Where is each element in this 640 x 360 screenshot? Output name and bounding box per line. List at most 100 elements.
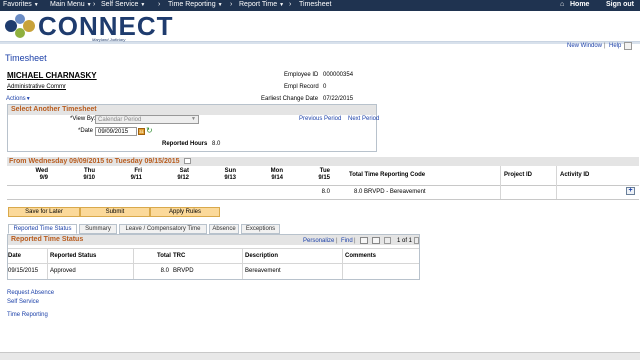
chevron-down-icon: ▼ — [25, 96, 31, 102]
tab-leave-comp-time[interactable]: Leave / Compensatory Time — [119, 224, 207, 234]
help-link[interactable]: Help — [609, 43, 621, 49]
tab-summary[interactable]: Summary — [79, 224, 117, 234]
breadcrumb-separator-icon: › — [158, 1, 161, 8]
home-icon[interactable]: ⌂ — [560, 1, 564, 8]
col-trc: TRC — [173, 253, 186, 259]
status-col-divider — [242, 249, 243, 279]
breadcrumb-timesheet[interactable]: Timesheet — [299, 1, 331, 8]
time-reporting-menu[interactable]: Time Reporting ▼ — [168, 1, 223, 8]
page-title: Timesheet — [5, 53, 47, 63]
status-row-description: Bereavement — [245, 268, 281, 274]
col-description: Description — [245, 253, 279, 259]
day-name: Fri — [134, 168, 142, 174]
change-date-label: Earliest Change Date — [261, 96, 319, 102]
tab-exceptions[interactable]: Exceptions — [241, 224, 280, 234]
day-name: Tue — [319, 168, 330, 174]
request-absence-link[interactable]: Request Absence — [7, 290, 54, 296]
tab-reported-time-status[interactable]: Reported Time Status — [8, 224, 77, 234]
col-total-trc: Total Time Reporting Code — [349, 172, 426, 178]
chevron-down-icon: ▼ — [279, 2, 285, 8]
view-by-value: Calendar Period — [98, 117, 142, 123]
hours-tue[interactable]: 8.0 — [290, 189, 330, 195]
status-col-divider — [133, 249, 134, 279]
day-date: 9/15 — [318, 175, 330, 181]
day-date: 9/10 — [83, 175, 95, 181]
favorites-menu[interactable]: Favorites ▼ — [3, 1, 39, 8]
find-link[interactable]: Find — [341, 238, 353, 244]
day-name: Sun — [224, 168, 236, 174]
connect-logo-icon — [5, 14, 35, 38]
col-total: Total — [157, 253, 171, 259]
main-menu-label: Main Menu — [50, 1, 85, 8]
favorites-label: Favorites — [3, 1, 32, 8]
employee-id-label: Employee ID — [284, 72, 319, 78]
day-header-tue: Tue 9/15 — [290, 168, 330, 182]
timesheet-period-title: From Wednesday 09/09/2015 to Tuesday 09/… — [9, 158, 180, 165]
col-reported-status: Reported Status — [50, 253, 97, 259]
link-separator: | — [336, 238, 338, 244]
self-service-link[interactable]: Self Service — [7, 299, 39, 305]
next-period-link[interactable]: Next Period — [348, 116, 379, 122]
breadcrumb-separator-icon: › — [289, 1, 292, 8]
download-icon[interactable] — [372, 237, 380, 244]
day-header-fri: Fri 9/11 — [102, 168, 142, 182]
reported-hours-value: 8.0 — [212, 141, 221, 147]
timesheet-grid-header: From Wednesday 09/09/2015 to Tuesday 09/… — [7, 157, 639, 166]
day-header-sun: Sun 9/13 — [196, 168, 236, 182]
new-window-link[interactable]: New Window — [567, 43, 602, 49]
personalize-link[interactable]: Personalize — [303, 238, 334, 244]
horizontal-scrollbar[interactable] — [0, 352, 640, 360]
col-project-id: Project ID — [504, 172, 533, 178]
report-time-menu[interactable]: Report Time ▼ — [239, 1, 284, 8]
view-by-select: Calendar Period ▼ — [95, 115, 199, 124]
date-input[interactable]: 09/09/2015 — [95, 127, 137, 136]
status-row-trc: BRVPD — [173, 268, 194, 274]
first-page-icon[interactable] — [384, 237, 391, 244]
status-row-date: 09/15/2015 — [8, 268, 39, 274]
day-header-mon: Mon 9/14 — [243, 168, 283, 182]
self-service-label: Self Service — [101, 1, 139, 8]
day-date: 9/13 — [224, 175, 236, 181]
empl-record-value: 0 — [323, 84, 327, 90]
last-page-icon[interactable] — [414, 237, 419, 244]
previous-period-link[interactable]: Previous Period — [299, 116, 341, 122]
change-date-value: 07/22/2015 — [323, 96, 354, 102]
breadcrumb-separator-icon: › — [230, 1, 233, 8]
col-date: Date — [8, 253, 22, 259]
self-service-menu[interactable]: Self Service ▼ — [101, 1, 145, 8]
save-for-later-button[interactable]: Save for Later — [8, 207, 80, 217]
top-nav-bar: Favorites ▼ Main Menu ▼ › Self Service ▼ › … — [0, 0, 640, 11]
status-col-divider — [342, 249, 343, 279]
submit-button[interactable]: Submit — [80, 207, 150, 217]
add-row-button[interactable]: + — [626, 187, 635, 195]
employee-name: MICHAEL CHARNASKY — [7, 71, 97, 80]
day-date: 9/11 — [130, 175, 142, 181]
status-table-divider — [8, 263, 419, 264]
status-col-divider — [47, 249, 48, 279]
col-comments: Comments — [345, 253, 377, 259]
day-name: Sat — [179, 168, 189, 174]
calendar-icon[interactable]: 31 — [138, 128, 145, 135]
breadcrumb-separator-icon: › — [93, 1, 96, 8]
empl-record-label: Empl Record — [284, 84, 319, 90]
expand-icon[interactable] — [183, 158, 191, 165]
sign-out-link[interactable]: Sign out — [606, 1, 634, 8]
branding-bar: CONNECT Maryland Judiciary — [0, 11, 640, 42]
status-table-top — [8, 248, 419, 249]
employee-id-value: 000000354 — [323, 72, 354, 78]
trc-value[interactable]: 8.0 BRVPD - Bereavement — [354, 189, 426, 195]
page-settings-icon[interactable] — [624, 42, 632, 50]
refresh-icon[interactable]: ↻ — [146, 126, 153, 135]
tab-absence[interactable]: Absence — [209, 224, 239, 234]
home-link[interactable]: Home — [570, 1, 589, 8]
time-reporting-link[interactable]: Time Reporting — [7, 312, 48, 318]
day-header-wed: Wed 9/9 — [8, 168, 48, 182]
apply-rules-button[interactable]: Apply Rules — [150, 207, 220, 217]
day-date: 9/12 — [177, 175, 189, 181]
view-all-icon[interactable] — [360, 237, 368, 244]
main-menu[interactable]: Main Menu ▼ — [50, 1, 92, 8]
actions-menu[interactable]: Actions▼ — [6, 96, 31, 102]
status-row-status: Approved — [50, 268, 76, 274]
reported-status-header: Reported Time Status — [8, 235, 419, 245]
day-name: Wed — [35, 168, 48, 174]
